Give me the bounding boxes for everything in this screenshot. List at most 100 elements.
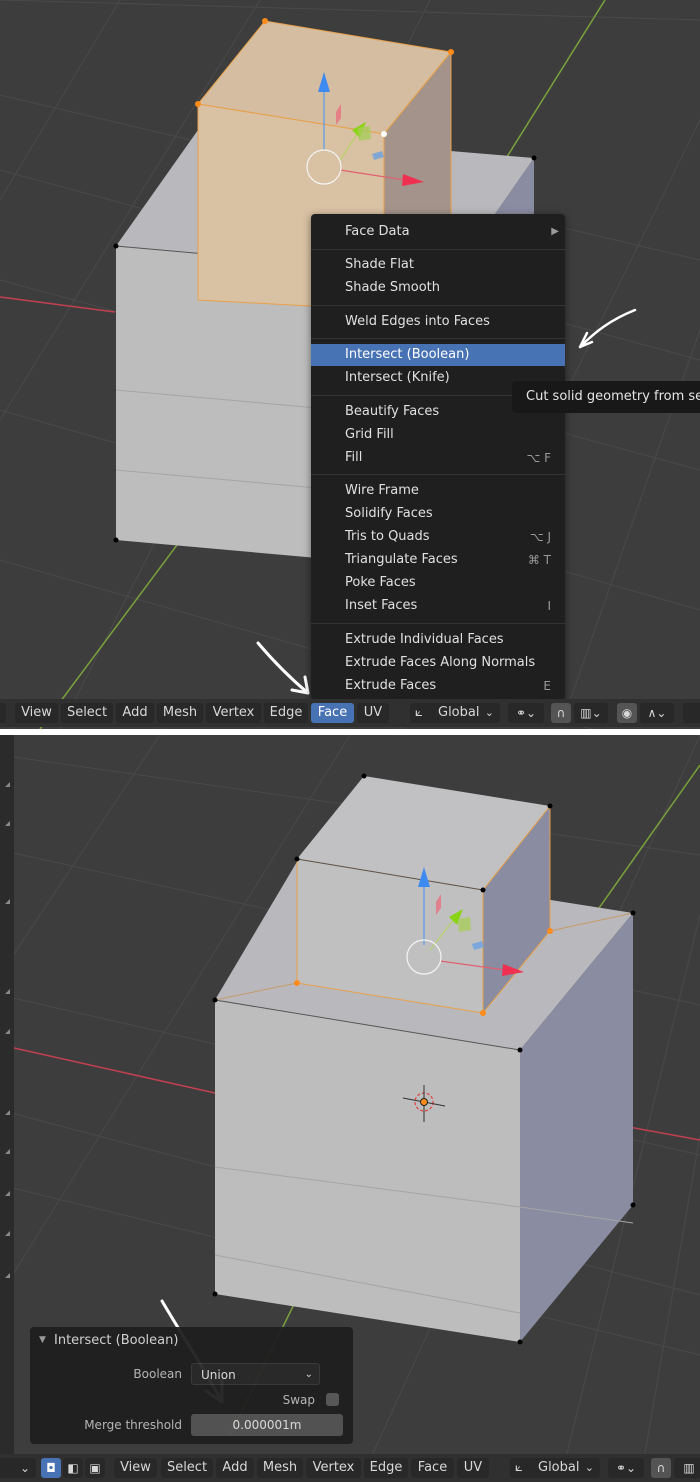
menu-item-shade-flat[interactable]: Shade Flat	[311, 254, 565, 276]
face-select-icon: ▣	[89, 1461, 101, 1475]
toolbar-strip[interactable]	[0, 735, 14, 1455]
tool-expand-icon[interactable]	[5, 1273, 10, 1278]
mode-dropdown[interactable]: ⌄	[0, 1458, 36, 1478]
overlay-button[interactable]	[683, 703, 700, 723]
menu-item-inset-faces[interactable]: Inset Faces I	[311, 595, 565, 617]
menu-vertex[interactable]: Vertex	[306, 1458, 361, 1478]
tool-expand-icon[interactable]	[5, 782, 10, 787]
orientation-value: Global	[538, 1460, 580, 1475]
menu-item-label: Beautify Faces	[345, 404, 440, 419]
menu-face[interactable]: Face	[411, 1458, 454, 1478]
pivot-point-dropdown[interactable]: ⚭⌄	[508, 703, 544, 723]
menu-separator	[311, 474, 565, 475]
menu-item-solidify-faces[interactable]: Solidify Faces	[311, 503, 565, 525]
shortcut-label: I	[547, 599, 551, 613]
menu-item-extrude-faces[interactable]: Extrude Faces E	[311, 675, 565, 697]
menu-separator	[311, 305, 565, 306]
menu-select[interactable]: Select	[61, 703, 113, 723]
menu-item-label: Fill	[345, 450, 363, 465]
menu-separator	[311, 623, 565, 624]
menu-add[interactable]: Add	[216, 1458, 254, 1478]
magnet-icon: ∩	[556, 706, 566, 720]
menu-item-label: Extrude Faces	[345, 678, 437, 693]
edge-select-icon: ◧	[67, 1461, 79, 1475]
menu-item-label: Intersect (Boolean)	[345, 347, 470, 362]
menu-select[interactable]: Select	[161, 1458, 213, 1478]
menu-item-label: Tris to Quads	[345, 529, 430, 544]
x-axis-line	[0, 296, 116, 313]
tool-expand-icon[interactable]	[5, 989, 10, 994]
menu-vertex[interactable]: Vertex	[206, 703, 261, 723]
menu-item-shade-smooth[interactable]: Shade Smooth	[311, 277, 565, 299]
pivot-icon: ⚭⌄	[515, 706, 537, 720]
tool-expand-icon[interactable]	[5, 899, 10, 904]
menu-item-label: Extrude Faces Along Normals	[345, 655, 536, 670]
snap-toggle[interactable]: ∩	[651, 1458, 671, 1478]
annotation-arrow-icon	[256, 641, 310, 695]
shortcut-label: E	[543, 679, 551, 693]
collapse-triangle-icon[interactable]: ▼	[39, 1335, 46, 1345]
boolean-label: Boolean	[133, 1367, 182, 1381]
menu-item-triangulate-faces[interactable]: Triangulate Faces ⌘ T	[311, 549, 565, 571]
viewport-before[interactable]: Face Data ▶ Shade Flat Shade Smooth Weld…	[0, 0, 700, 729]
tool-expand-icon[interactable]	[5, 1029, 10, 1034]
swap-checkbox[interactable]	[326, 1393, 339, 1406]
tool-expand-icon[interactable]	[5, 821, 10, 826]
menu-edge[interactable]: Edge	[364, 1458, 408, 1478]
menu-item-grid-fill[interactable]: Grid Fill	[311, 424, 565, 446]
face-context-menu: Face Data ▶ Shade Flat Shade Smooth Weld…	[311, 214, 565, 700]
select-mode-icon[interactable]	[0, 703, 6, 723]
menu-item-fill[interactable]: Fill ⌥ F	[311, 447, 565, 469]
menu-item-intersect-boolean[interactable]: Intersect (Boolean)	[311, 344, 565, 366]
operator-title: Intersect (Boolean)	[54, 1333, 179, 1348]
tool-expand-icon[interactable]	[5, 1149, 10, 1154]
tool-expand-icon[interactable]	[5, 1231, 10, 1236]
merge-threshold-field[interactable]: 0.000001m	[191, 1414, 343, 1436]
snap-target-dropdown[interactable]: ▥⌄	[574, 703, 608, 723]
menu-item-poke-faces[interactable]: Poke Faces	[311, 572, 565, 594]
menu-uv[interactable]: UV	[357, 703, 389, 723]
menu-item-label: Weld Edges into Faces	[345, 314, 490, 329]
proportional-edit-toggle[interactable]: ◉	[617, 703, 637, 723]
viewport-header-top: View Select Add Mesh Vertex Edge Face UV…	[0, 699, 700, 727]
vertex-select-mode[interactable]: ◘	[41, 1458, 61, 1478]
menu-item-extrude-along-normals[interactable]: Extrude Faces Along Normals	[311, 652, 565, 674]
menu-item-face-data[interactable]: Face Data ▶	[311, 221, 565, 243]
merged-mesh[interactable]	[212, 773, 636, 1345]
swap-label: Swap	[282, 1393, 315, 1407]
face-select-mode[interactable]: ▣	[85, 1458, 105, 1478]
menu-add[interactable]: Add	[116, 703, 154, 723]
x-axis-line	[13, 1047, 216, 1094]
menu-view[interactable]: View	[15, 703, 58, 723]
edge-select-mode[interactable]: ◧	[63, 1458, 83, 1478]
vertex-select-icon: ◘	[46, 1461, 56, 1475]
tool-expand-icon[interactable]	[5, 1110, 10, 1115]
menu-item-label: Inset Faces	[345, 598, 418, 613]
tool-expand-icon[interactable]	[5, 1191, 10, 1196]
menu-face[interactable]: Face	[311, 703, 354, 723]
menu-mesh[interactable]: Mesh	[157, 703, 203, 723]
snap-target-dropdown[interactable]: ▥	[674, 1458, 700, 1478]
pivot-point-dropdown[interactable]: ⚭⌄	[608, 1458, 644, 1478]
menu-edge[interactable]: Edge	[264, 703, 308, 723]
menu-separator	[311, 249, 565, 250]
falloff-dropdown[interactable]: ∧⌄	[640, 703, 674, 723]
annotation-arrow-icon	[578, 308, 637, 349]
menu-item-label: Wire Frame	[345, 483, 419, 498]
boolean-dropdown[interactable]: Union ⌄	[191, 1363, 320, 1385]
transform-orientation-dropdown[interactable]: ⟀ Global ⌄	[510, 1458, 600, 1478]
menu-view[interactable]: View	[114, 1458, 157, 1478]
menu-item-tris-to-quads[interactable]: Tris to Quads ⌥ J	[311, 526, 565, 548]
menu-item-label: Extrude Individual Faces	[345, 632, 504, 647]
menu-item-wire-frame[interactable]: Wire Frame	[311, 480, 565, 502]
menu-item-label: Grid Fill	[345, 427, 394, 442]
chevron-down-icon: ⌄	[304, 1369, 313, 1380]
transform-orientation-dropdown[interactable]: ⟀ Global ⌄	[410, 703, 500, 723]
menu-item-weld-edges[interactable]: Weld Edges into Faces	[311, 311, 565, 333]
menu-item-label: Shade Smooth	[345, 280, 440, 295]
menu-item-extrude-individual[interactable]: Extrude Individual Faces	[311, 629, 565, 651]
menu-mesh[interactable]: Mesh	[257, 1458, 303, 1478]
snap-toggle[interactable]: ∩	[551, 703, 571, 723]
menu-uv[interactable]: UV	[457, 1458, 489, 1478]
orientation-value: Global	[438, 705, 480, 720]
